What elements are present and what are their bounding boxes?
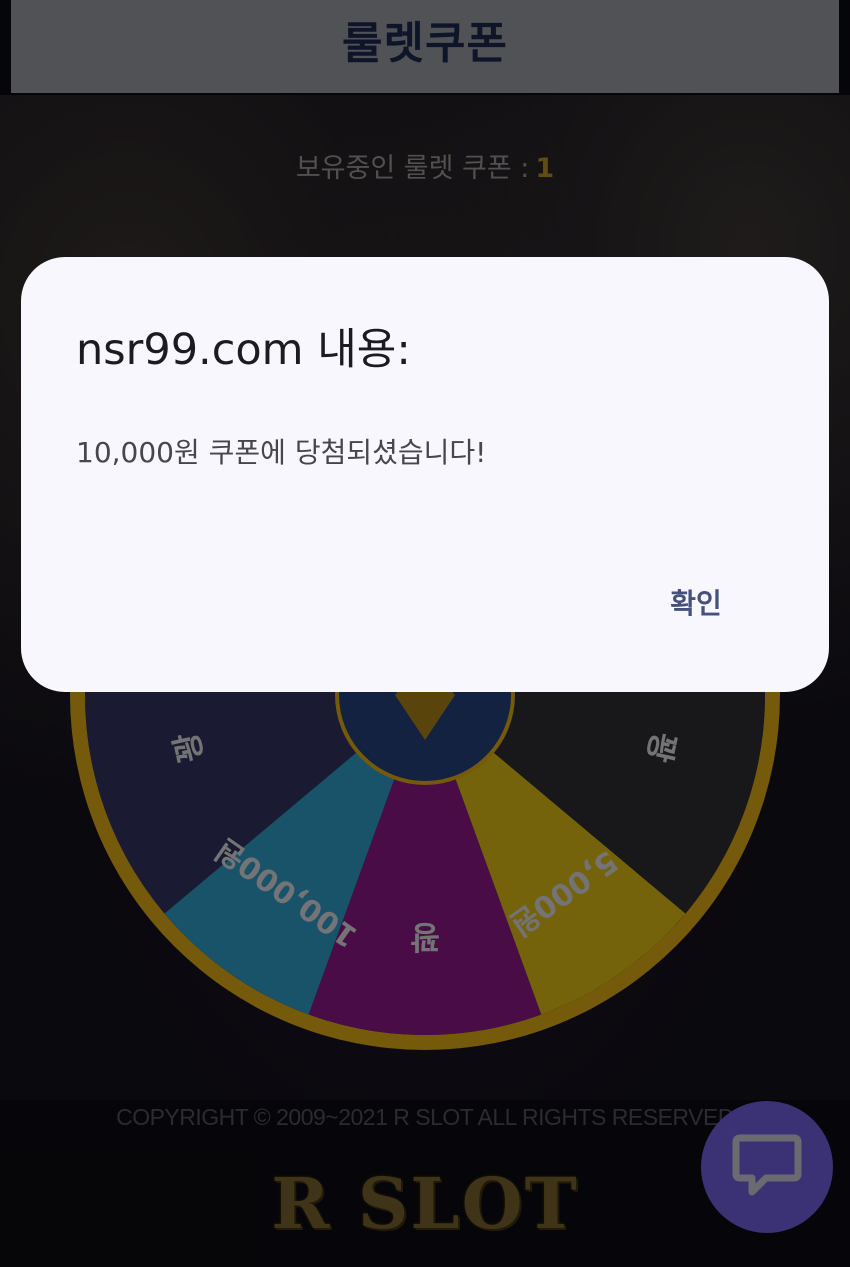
dialog-message: 10,000원 쿠폰에 당첨되셨습니다!	[76, 436, 487, 469]
chat-button[interactable]	[701, 1101, 833, 1233]
roulette-page: 룰렛쿠폰 보유중인 룰렛 쿠폰 :1 꽝 100,000원 꽝 5,000원 꽝 COP…	[0, 0, 850, 1267]
chat-bubble-icon	[732, 1134, 802, 1196]
confirm-button[interactable]: 확인	[651, 575, 741, 633]
alert-dialog: nsr99.com 내용: 10,000원 쿠폰에 당첨되셨습니다! 확인	[21, 257, 829, 692]
dialog-title: nsr99.com 내용:	[76, 325, 411, 375]
